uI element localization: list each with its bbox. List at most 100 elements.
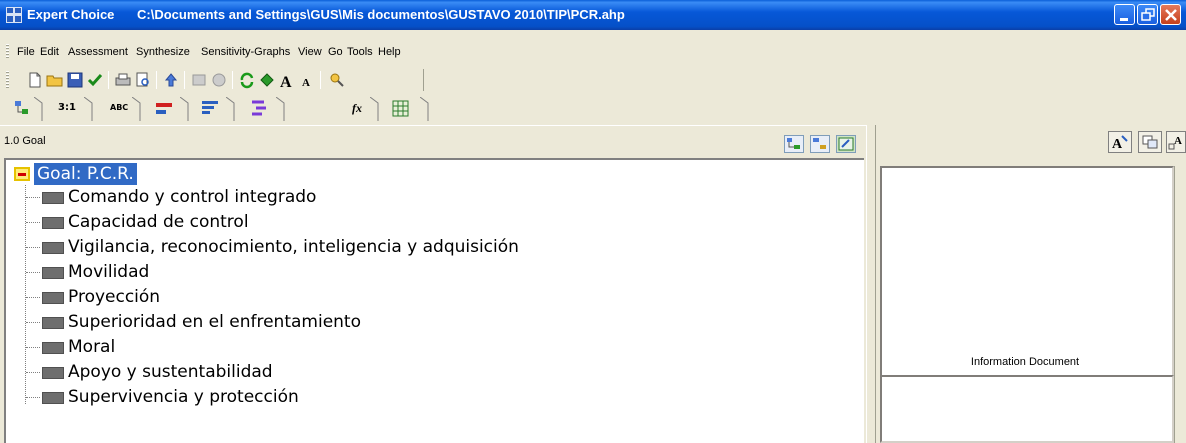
tree-branch (26, 347, 40, 348)
restore-button[interactable] (1137, 4, 1158, 25)
tab-data-grid[interactable] (386, 97, 429, 121)
tab-edge (226, 97, 235, 121)
edit-disabled-icon[interactable] (190, 71, 208, 89)
tab-edge (420, 97, 429, 121)
menu-go[interactable]: Go (328, 46, 343, 58)
tab-pairwise-verbal[interactable]: ABC (100, 97, 141, 121)
minimize-button[interactable] (1114, 4, 1135, 25)
node-label: Superioridad en el enfrentamiento (68, 312, 362, 332)
close-icon (1165, 9, 1177, 21)
tree-layout-button[interactable] (784, 135, 804, 153)
tab-pairwise-graphical[interactable] (148, 97, 189, 121)
app-icon (6, 7, 22, 23)
priorities-bars-icon (202, 101, 218, 114)
close-button[interactable] (1160, 4, 1181, 25)
info-document-label: Information Document (970, 356, 1080, 368)
hierarchy-header: 1.0 Goal (0, 125, 866, 155)
node-label: Moral (68, 337, 116, 357)
tree-branch (26, 322, 40, 323)
info-preview-area[interactable] (880, 166, 1174, 378)
node-icon (42, 292, 64, 304)
tab-verbal-label: ABC (110, 103, 129, 112)
node-label: Comando y control integrado (68, 187, 317, 207)
menu-help[interactable]: Help (378, 46, 401, 58)
menu-view[interactable]: View (298, 46, 322, 58)
toolbar: A A (14, 69, 424, 91)
window-layout-icon (1142, 135, 1158, 149)
tab-formula-label: fx (352, 101, 362, 115)
menu-synthesize[interactable]: Synthesize (136, 46, 190, 58)
tree-branch (26, 197, 40, 198)
node-label: Apoyo y sustentabilidad (68, 362, 273, 382)
org-chart-button[interactable] (810, 135, 830, 153)
tab-edge (276, 97, 285, 121)
tab-pairwise-numerical[interactable]: 3:1 (50, 97, 93, 121)
edit-text-button[interactable]: A (1108, 131, 1132, 153)
menu-file[interactable]: File (17, 46, 35, 58)
collapse-toggle[interactable] (14, 167, 30, 181)
current-node-label: 1.0 Goal (4, 135, 46, 147)
node-icon (42, 267, 64, 279)
expert-choice-window: Expert Choice C:\Documents and Settings\… (0, 0, 1186, 443)
tree-branch (26, 397, 40, 398)
tab-edge (34, 97, 43, 121)
node-icon (42, 342, 64, 354)
menu-assessment[interactable]: Assessment (68, 46, 128, 58)
tab-pairwise-label: 3:1 (58, 102, 76, 113)
menu-tools[interactable]: Tools (347, 46, 373, 58)
open-folder-icon[interactable] (46, 71, 64, 89)
node-icon (42, 192, 64, 204)
node-label: Vigilancia, reconocimiento, inteligencia… (68, 237, 519, 257)
menu-bar: File Edit Assessment Synthesize Sensitiv… (0, 40, 1186, 60)
node-icon (42, 392, 64, 404)
tree-branch (26, 272, 40, 273)
ratings-icon (252, 100, 266, 116)
font-size-icon: A (1168, 135, 1182, 150)
check-icon[interactable] (86, 71, 104, 89)
restore-icon (1141, 8, 1155, 21)
tab-edge (370, 97, 379, 121)
info-scrollbar[interactable] (1174, 166, 1186, 443)
font-size-button[interactable]: A (1166, 131, 1186, 153)
palette-disabled-icon[interactable] (210, 71, 228, 89)
font-increase-icon[interactable]: A (278, 71, 296, 89)
toolbar-separator (232, 71, 233, 89)
synthesize-icon[interactable] (258, 71, 276, 89)
minimize-icon (1120, 18, 1128, 21)
tree-branch (26, 222, 40, 223)
toolbar-separator (156, 71, 157, 89)
tab-model-view[interactable] (10, 97, 43, 121)
print-icon[interactable] (114, 71, 132, 89)
info-panel: A A Information Document (876, 125, 1186, 443)
hierarchy-tree: Goal: P.C.R. Comando y control integrado… (4, 158, 864, 443)
tab-formula[interactable]: fx (340, 97, 379, 121)
toolbar-separator (184, 71, 185, 89)
new-file-icon[interactable] (26, 71, 44, 89)
font-decrease-icon[interactable]: A (298, 71, 316, 89)
tab-ratings[interactable] (242, 97, 285, 121)
tools-icon[interactable] (328, 71, 346, 89)
save-icon[interactable] (66, 71, 84, 89)
title-bar: Expert Choice C:\Documents and Settings\… (0, 0, 1186, 30)
toolbar-grip (6, 71, 9, 89)
panel-splitter[interactable] (866, 125, 876, 443)
menu-grip (6, 44, 9, 58)
node-label: Proyección (68, 287, 161, 307)
info-document-area[interactable] (880, 375, 1174, 443)
hierarchy-panel: 1.0 Goal Goal: P.C.R. Comando y control … (0, 125, 866, 443)
print-preview-icon[interactable] (134, 71, 152, 89)
arrow-up-icon[interactable] (162, 71, 180, 89)
refresh-icon[interactable] (238, 71, 256, 89)
text-edit-icon: A (1112, 135, 1128, 152)
tab-priorities[interactable] (196, 97, 235, 121)
svg-text:A: A (280, 74, 292, 89)
tree-branch (26, 247, 40, 248)
window-layout-button[interactable] (1138, 131, 1162, 153)
menu-edit[interactable]: Edit (40, 46, 59, 58)
toolbar-separator (108, 71, 109, 89)
menu-sensitivity-graphs[interactable]: Sensitivity-Graphs (201, 46, 290, 58)
node-label: Movilidad (68, 262, 150, 282)
tree-branch (26, 297, 40, 298)
svg-text:A: A (1112, 137, 1123, 152)
edit-node-button[interactable] (836, 135, 856, 153)
